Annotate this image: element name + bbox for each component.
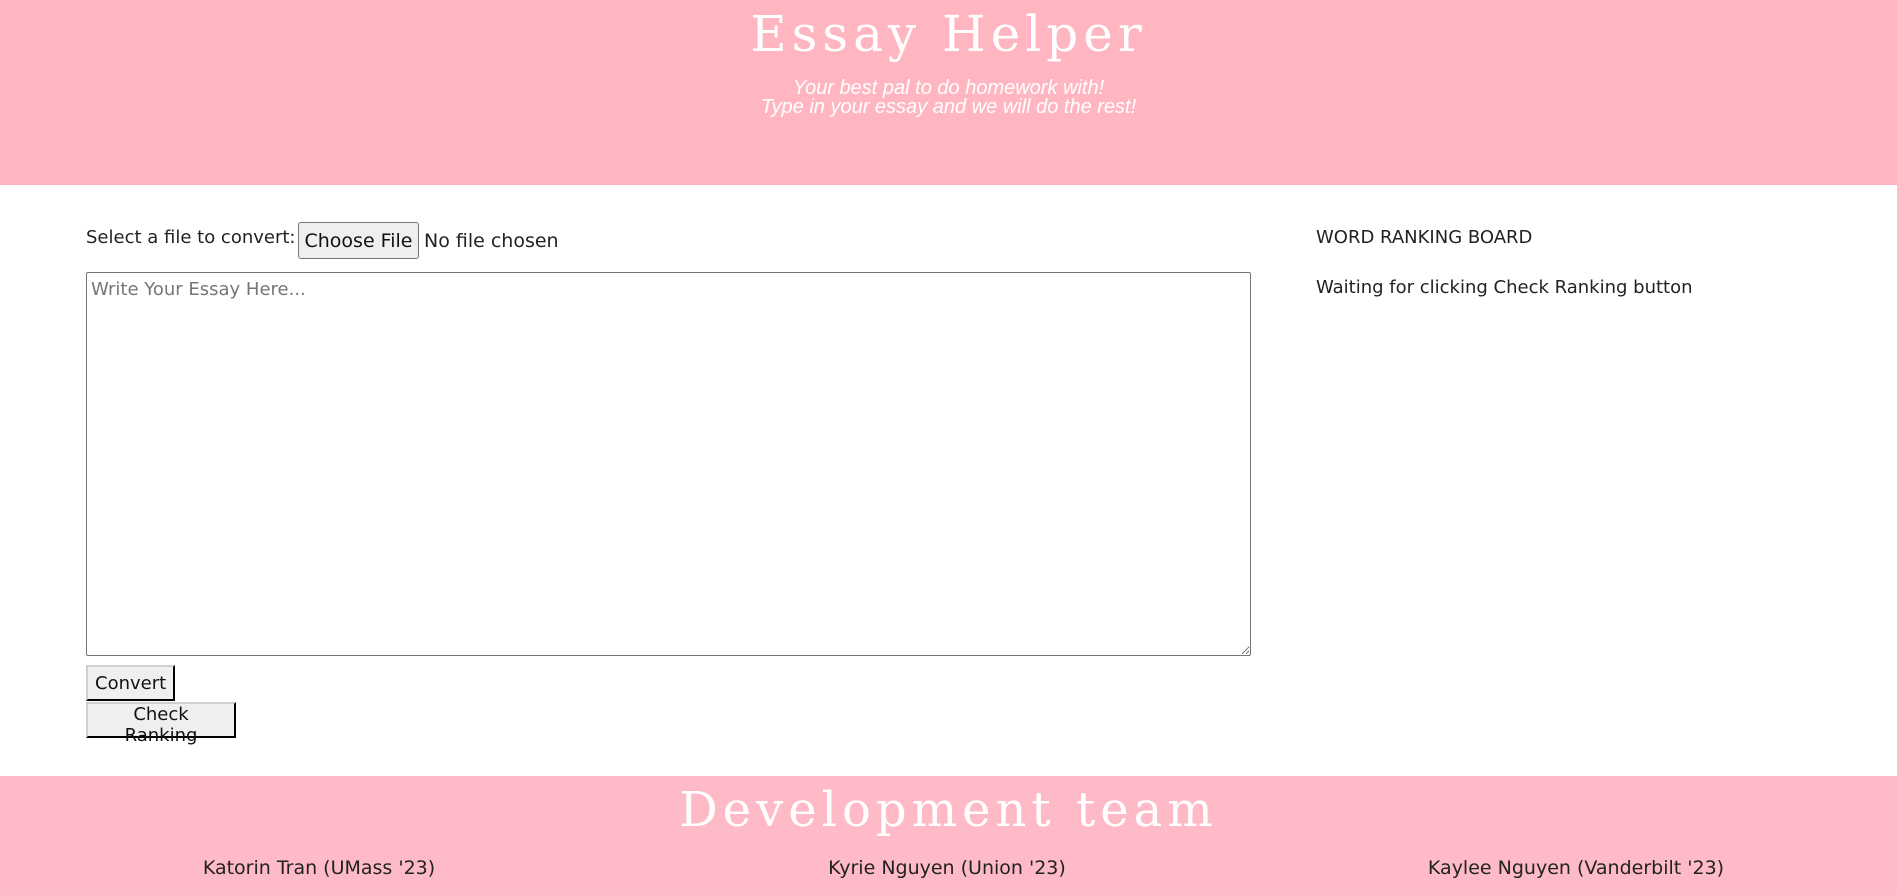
tagline: Your best pal to do homework with! Type … — [0, 78, 1897, 118]
team-member: Kaylee Nguyen (Vanderbilt '23) — [1427, 857, 1725, 879]
footer: Development team Katorin Tran (UMass '23… — [0, 776, 1897, 895]
ranking-board-status: Waiting for clicking Check Ranking butto… — [1316, 277, 1693, 298]
file-label: Select a file to convert: — [86, 227, 296, 248]
app-title: Essay Helper — [750, 5, 1147, 63]
page: Essay Helper Your best pal to do homewor… — [0, 0, 1897, 895]
team-title: Development team — [679, 782, 1218, 838]
tagline-line-2: Type in your essay and we will do the re… — [760, 96, 1137, 118]
team-member: Kyrie Nguyen (Union '23) — [828, 857, 1066, 879]
choose-file-button[interactable]: Choose File — [298, 222, 419, 259]
header-banner: Essay Helper Your best pal to do homewor… — [0, 0, 1897, 185]
essay-textarea[interactable] — [86, 272, 1251, 656]
file-status: No file chosen — [424, 230, 559, 252]
convert-button[interactable]: Convert — [86, 665, 175, 701]
check-ranking-button[interactable]: Check Ranking — [86, 702, 236, 746]
ranking-board-title: WORD RANKING BOARD — [1316, 227, 1533, 248]
team-member: Katorin Tran (UMass '23) — [202, 857, 436, 879]
